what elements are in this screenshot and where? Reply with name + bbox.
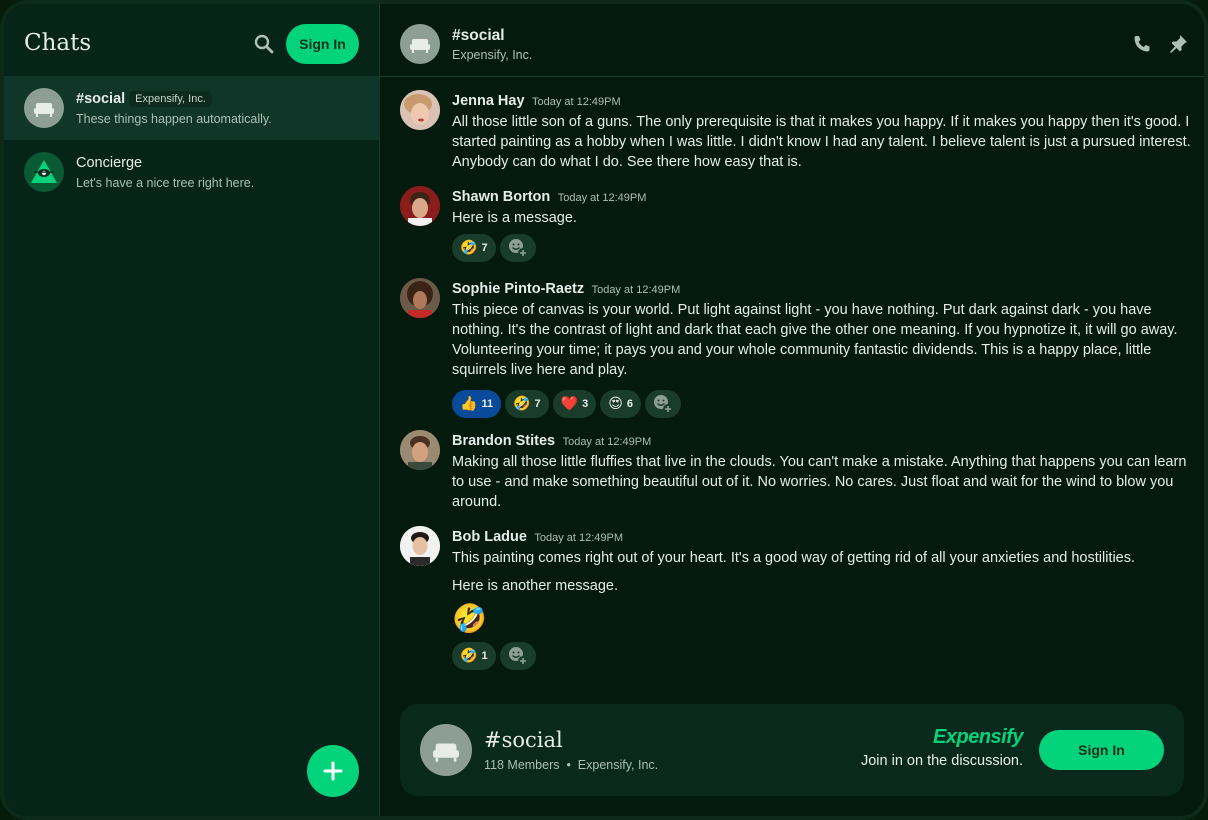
sidebar-title: Chats <box>24 30 92 56</box>
reaction-emoji: 😍 <box>608 396 623 412</box>
message-text: All those little son of a guns. The only… <box>452 114 1191 170</box>
new-chat-button[interactable] <box>307 745 359 797</box>
reaction-pill[interactable]: ❤️ 3 <box>552 390 597 418</box>
phone-icon[interactable] <box>1130 32 1154 56</box>
user-avatar <box>400 186 440 226</box>
message-timestamp: Today at 12:49PM <box>591 284 681 296</box>
sidebar-header: Chats Sign In <box>4 4 380 80</box>
message-header: Shawn Borton Today at 12:49PM <box>452 188 646 206</box>
message-emoji: 🤣 <box>452 602 487 635</box>
chat-item-concierge[interactable]: Concierge Let's have a nice tree right h… <box>4 140 380 204</box>
sidebar-signin-button[interactable]: Sign In <box>286 24 359 64</box>
message-author: Jenna Hay <box>452 93 525 109</box>
sidebar: Chats Sign In #social Expensify, Inc. The… <box>4 4 380 816</box>
join-signin-button[interactable]: Sign In <box>1039 730 1164 770</box>
message-header: Brandon Stites Today at 12:49PM <box>452 432 651 450</box>
chat-item-preview: Let's have a nice tree right here. <box>76 176 255 190</box>
pin-icon[interactable] <box>1166 32 1190 56</box>
search-icon[interactable] <box>250 30 278 58</box>
expensify-logo: Expensify <box>933 726 1023 748</box>
add-reaction-button[interactable] <box>644 390 681 418</box>
reaction-emoji: 🤣 <box>460 648 478 664</box>
message-item: Brandon Stites Today at 12:49PM Making a… <box>400 430 1190 520</box>
join-prompt: Join in on the discussion. <box>860 753 1023 769</box>
workspace-badge: Expensify, Inc. <box>129 91 212 107</box>
app-window: Chats Sign In #social Expensify, Inc. The… <box>0 0 1208 820</box>
room-avatar <box>400 24 440 64</box>
user-avatar <box>400 526 440 566</box>
message-author: Shawn Borton <box>452 189 551 205</box>
reaction-pill[interactable]: 🤣 1 <box>452 642 496 670</box>
user-avatar <box>400 278 440 318</box>
message-header: Jenna Hay Today at 12:49PM <box>452 92 621 110</box>
message-text: Here is a message. <box>452 210 577 226</box>
plus-icon <box>323 761 343 781</box>
add-reaction-button[interactable] <box>499 234 536 262</box>
reaction-emoji: 👍 <box>460 396 478 412</box>
reaction-emoji: 🤣 <box>513 396 531 412</box>
reaction-count: 6 <box>626 398 633 410</box>
reaction-count: 3 <box>582 398 589 410</box>
reaction-emoji: ❤️ <box>560 396 579 412</box>
reactions-bar: 🤣 1 <box>452 642 536 670</box>
message-timestamp: Today at 12:49PM <box>557 192 647 204</box>
reaction-count: 11 <box>481 398 494 410</box>
chat-item-name: #social Expensify, Inc. <box>76 91 212 107</box>
message-timestamp: Today at 12:49PM <box>532 96 621 108</box>
room-meta: 118 Members • Expensify, Inc. <box>484 758 659 772</box>
message-header: Bob Ladue Today at 12:49PM <box>452 528 623 546</box>
concierge-avatar <box>24 152 64 192</box>
reaction-count: 7 <box>481 242 488 254</box>
chat-item-preview: These things happen automatically. <box>76 112 272 126</box>
room-name: #social <box>484 728 563 752</box>
room-avatar <box>420 724 472 776</box>
message-text: This piece of canvas is your world. Put … <box>452 302 1178 378</box>
add-reaction-button[interactable] <box>499 642 536 670</box>
chat-title: #social <box>452 27 505 44</box>
add-reaction-icon <box>508 647 528 666</box>
user-avatar <box>400 90 440 130</box>
message-item: Bob Ladue Today at 12:49PM This painting… <box>400 526 1190 676</box>
message-text: Making all those little fluffies that li… <box>452 454 1187 510</box>
message-author: Brandon Stites <box>452 433 556 449</box>
chat-item-name: Concierge <box>76 155 143 171</box>
message-timestamp: Today at 12:49PM <box>562 436 652 448</box>
message-item: Shawn Borton Today at 12:49PM Here is a … <box>400 186 1190 266</box>
message-author: Bob Ladue <box>452 529 527 545</box>
reactions-bar: 👍 11 🤣 7 ❤️ 3 😍 6 <box>452 390 681 418</box>
chat-panel: #social Expensify, Inc. Jenna Hay Today … <box>380 4 1204 816</box>
room-avatar <box>24 88 64 128</box>
message-timestamp: Today at 12:49PM <box>534 532 624 544</box>
chat-subtitle: Expensify, Inc. <box>452 48 533 62</box>
add-reaction-icon <box>653 395 673 414</box>
chat-item-social[interactable]: #social Expensify, Inc. These things happ… <box>4 76 380 140</box>
message-header: Sophie Pinto-Raetz Today at 12:49PM <box>452 280 680 298</box>
message-text: This painting comes right out of your he… <box>452 550 1136 566</box>
user-avatar <box>400 430 440 470</box>
reaction-count: 1 <box>481 650 488 662</box>
reaction-pill[interactable]: 👍 11 <box>452 390 502 418</box>
reaction-pill[interactable]: 🤣 7 <box>452 234 496 262</box>
chat-header: #social Expensify, Inc. <box>380 4 1204 77</box>
message-author: Sophie Pinto-Raetz <box>452 281 585 297</box>
message-item: Sophie Pinto-Raetz Today at 12:49PM This… <box>400 278 1190 418</box>
reactions-bar: 🤣 7 <box>452 234 536 262</box>
add-reaction-icon <box>508 239 528 258</box>
reaction-emoji: 🤣 <box>460 240 478 256</box>
reaction-pill[interactable]: 😍 6 <box>600 390 641 418</box>
message-text: Here is another message. <box>452 578 619 594</box>
join-discussion-card: #social 118 Members • Expensify, Inc. Ex… <box>400 704 1184 796</box>
message-item: Jenna Hay Today at 12:49PM All those lit… <box>400 90 1191 180</box>
reaction-pill[interactable]: 🤣 7 <box>505 390 549 418</box>
reaction-count: 7 <box>534 398 541 410</box>
